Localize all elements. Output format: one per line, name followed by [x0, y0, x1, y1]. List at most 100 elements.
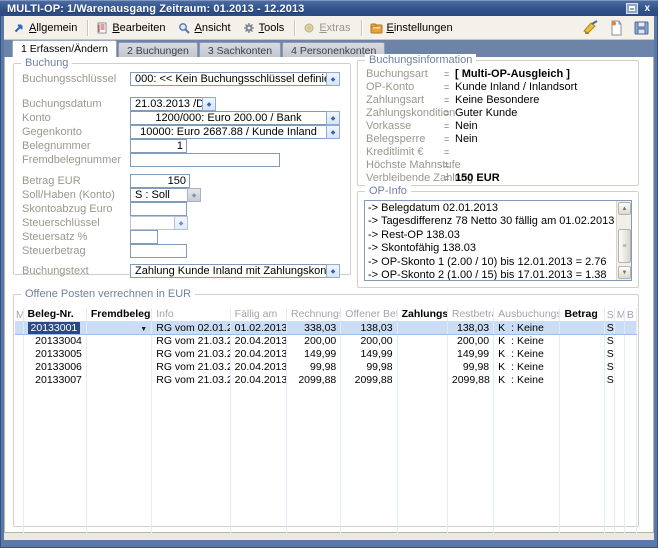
table-row-selected[interactable]: 20133001▼ ▼ RG vom 02.01.2013 01.02.2013… — [15, 322, 637, 335]
op-info-panel-title: OP-Info — [365, 185, 411, 197]
steuerbetrag-input[interactable] — [130, 244, 187, 258]
col-m[interactable]: M — [15, 308, 23, 322]
tab-strip: 1 Erfassen/Ändern 2 Buchungen 3 Sachkont… — [4, 40, 654, 57]
tab-sachkonten[interactable]: 3 Sachkonten — [199, 42, 281, 57]
main-content: Buchung Buchungsschlüssel 000: << Kein B… — [4, 57, 654, 533]
op-info-line: -> Tagesdifferenz 78 Netto 30 fällig am … — [368, 215, 613, 228]
ausbuchungsart-cell[interactable]: K: Keine — [494, 335, 560, 348]
betrag-eur-input[interactable] — [130, 174, 190, 188]
col-m2[interactable]: M — [614, 308, 624, 322]
buchungsinformation-panel: Buchungsinformation Buchungsart = [ Mult… — [357, 60, 639, 186]
betrag-cell[interactable] — [560, 361, 604, 374]
scroll-thumb[interactable]: ≡ — [618, 229, 631, 263]
buchungsschluessel-combo[interactable]: 000: << Kein Buchungsschlüssel definiert… — [130, 72, 326, 86]
betrag-cell[interactable] — [560, 348, 604, 361]
konto-label: Konto — [22, 112, 51, 124]
zahlungsbetrag-cell[interactable] — [397, 322, 447, 335]
zahlungsbetrag-cell[interactable] — [397, 361, 447, 374]
title-bar: MULTI-OP: 1/Warenausgang Zeitraum: 01.20… — [0, 0, 658, 16]
konto-spinner-icon[interactable]: ◆ — [326, 111, 340, 125]
soll-haben-combo[interactable]: S : Soll — [130, 188, 187, 202]
buchungsdatum-field[interactable]: 21.03.2013 /Do — [130, 97, 202, 111]
col-rechnungsbetrag[interactable]: Rechnungsbetrag — [286, 308, 340, 322]
buchungsdatum-spinner-icon[interactable]: ◆ — [202, 97, 216, 111]
col-ausbuchungsart[interactable]: Ausbuchungsart — [494, 308, 560, 322]
gegenkonto-combo[interactable]: 10000: Euro 2687.88 / Kunde Inland — [130, 125, 326, 139]
equals-bullet-icon: = — [444, 69, 449, 79]
table-row[interactable]: 20133006 RG vom 21.03.2013 20.04.2013 /S… — [15, 361, 637, 374]
dropdown-arrow-icon[interactable]: ▼ — [140, 326, 147, 333]
tab-erfassen-aendern[interactable]: 1 Erfassen/Ändern — [12, 40, 117, 57]
menu-separator — [294, 20, 295, 36]
col-offener-betrag[interactable]: Offener Betrag — [341, 308, 397, 322]
table-row[interactable]: 20133005 RG vom 21.03.2013 20.04.2013 /S… — [15, 348, 637, 361]
ausbuchungsart-cell[interactable]: K: Keine — [494, 348, 560, 361]
belegnummer-label: Belegnummer — [22, 140, 90, 152]
op-info-line: -> Rest-OP 138.03 — [368, 229, 613, 242]
col-restbetrag[interactable]: Restbetrag — [447, 308, 493, 322]
betrag-cell[interactable] — [560, 322, 604, 335]
op-info-scrollbar[interactable]: ▲ ≡ ▼ — [616, 201, 631, 280]
menu-ansicht[interactable]: Ansicht — [173, 18, 238, 38]
save-icon[interactable] — [633, 20, 650, 36]
table-row[interactable]: 20133007 RG vom 21.03.2013 20.04.2013 /S… — [15, 374, 637, 387]
soll-haben-spinner-icon[interactable]: ◆ — [187, 188, 201, 202]
soll-haben-label: Soll/Haben (Konto) — [22, 189, 115, 201]
col-s[interactable]: S — [604, 308, 614, 322]
menu-bar: Allgemein Bearbeiten Ansicht Tools Extra… — [4, 16, 654, 40]
col-zahlungsbetrag[interactable]: Zahlungsbetrag — [397, 308, 447, 322]
zahlungsbetrag-cell[interactable] — [397, 335, 447, 348]
restore-window-icon[interactable] — [626, 3, 638, 14]
tab-buchungen[interactable]: 2 Buchungen — [118, 42, 198, 57]
arrow-up-right-icon — [13, 22, 25, 34]
op-info-list[interactable]: -> Belegdatum 02.01.2013 -> Tagesdiffere… — [364, 200, 632, 281]
menu-bearbeiten[interactable]: Bearbeiten — [91, 18, 172, 38]
betrag-cell[interactable] — [560, 335, 604, 348]
steuersatz-input[interactable] — [130, 230, 158, 244]
ausbuchungsart-cell[interactable]: K: Keine — [494, 361, 560, 374]
col-fremdbelegnummer[interactable]: Fremdbelegnummer — [86, 308, 151, 322]
skontoabzug-label: Skontoabzug Euro — [22, 203, 113, 215]
col-beleg-nr[interactable]: Beleg-Nr. — [23, 308, 86, 322]
konto-combo[interactable]: 1200/000: Euro 200.00 / Bank — [130, 111, 326, 125]
steuerschluessel-combo[interactable] — [130, 216, 174, 230]
new-document-icon[interactable] — [608, 20, 625, 36]
post-booking-icon[interactable] — [583, 20, 600, 36]
app-window: MULTI-OP: 1/Warenausgang Zeitraum: 01.20… — [0, 0, 658, 548]
skontoabzug-input[interactable] — [130, 202, 187, 216]
col-betrag[interactable]: Betrag — [560, 308, 604, 322]
buchungsschluessel-spinner-icon[interactable]: ◆ — [326, 72, 340, 86]
buchungstext-combo[interactable]: Zahlung Kunde Inland mit Zahlungskonditi… — [130, 264, 326, 278]
menu-separator — [361, 20, 362, 36]
zahlungsbetrag-cell[interactable] — [397, 374, 447, 387]
zahlungsbetrag-cell[interactable] — [397, 348, 447, 361]
menu-allgemein[interactable]: Allgemein — [8, 18, 84, 38]
scroll-down-icon[interactable]: ▼ — [618, 266, 631, 279]
buchungstext-spinner-icon[interactable]: ◆ — [326, 264, 340, 278]
ausbuchungsart-cell[interactable]: K: Keine — [494, 374, 560, 387]
belegsperre-label: Belegsperre — [366, 133, 425, 145]
col-faellig-am[interactable]: Fällig am — [230, 308, 286, 322]
table-row[interactable]: 20133004 RG vom 21.03.2013 20.04.2013 /S… — [15, 335, 637, 348]
close-window-icon[interactable]: x — [644, 4, 650, 14]
equals-bullet-icon: = — [444, 82, 449, 92]
betrag-cell[interactable] — [560, 374, 604, 387]
col-b[interactable]: B — [624, 308, 636, 322]
steuerschluessel-spinner-icon[interactable]: ◆ — [174, 216, 188, 230]
gegenkonto-spinner-icon[interactable]: ◆ — [326, 125, 340, 139]
fremdbelegnummer-cell[interactable]: ▼ — [86, 322, 151, 335]
equals-bullet-icon: = — [444, 108, 449, 118]
menu-tools[interactable]: Tools — [238, 18, 292, 38]
buchung-panel-title: Buchung — [21, 57, 72, 69]
scroll-up-icon[interactable]: ▲ — [618, 202, 631, 215]
zahlungskondition-value: Guter Kunde — [455, 107, 517, 119]
zahlungskondition-label: Zahlungskondition — [366, 107, 455, 119]
beleg-nr-cell[interactable]: 20133001▼ — [23, 322, 86, 335]
edit-page-icon — [96, 22, 108, 34]
menu-einstellungen[interactable]: Einstellungen — [365, 18, 460, 38]
extras-disabled-icon — [303, 22, 315, 34]
fremdbelegnummer-input[interactable] — [130, 153, 280, 167]
belegnummer-input[interactable] — [130, 139, 187, 153]
col-info[interactable]: Info — [152, 308, 230, 322]
ausbuchungsart-cell[interactable]: K: Keine — [494, 322, 560, 335]
